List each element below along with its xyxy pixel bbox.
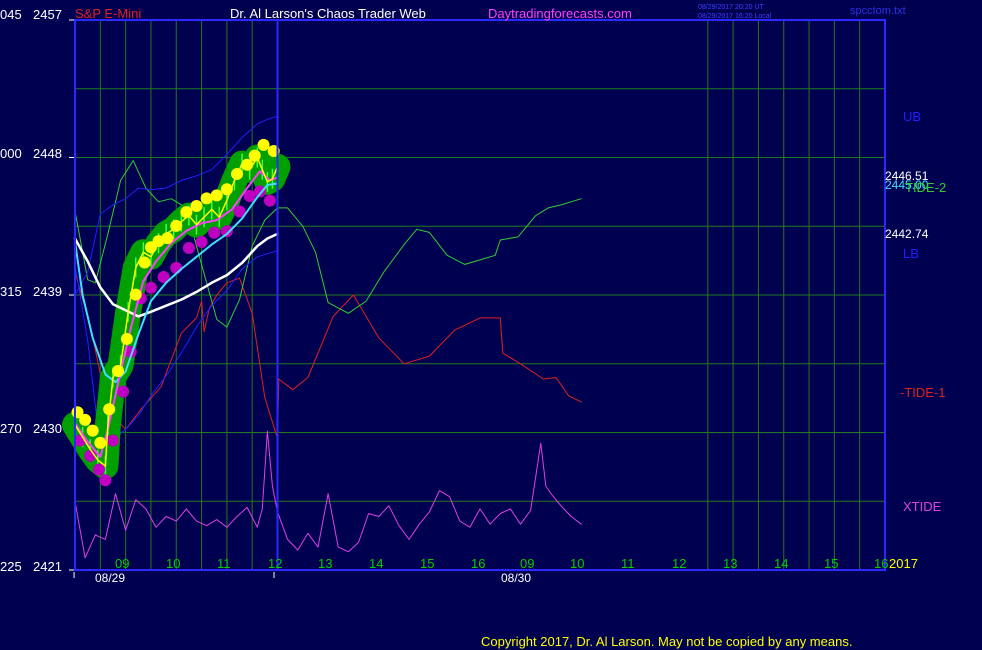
bullish-point [231,167,243,180]
x-tick-label: 10 [570,556,584,571]
chart-title: Dr. Al Larson's Chaos Trader Web [230,6,426,21]
x-tick-label: 12 [268,556,282,571]
year-label: 2017 [889,556,918,571]
tide2-label: TIDE-2 [905,180,946,195]
symbol-title: S&P E-Mini [75,6,141,21]
bearish-point [144,281,157,294]
day-label-0830: 08/30 [501,571,531,585]
y-tick-code-2439: 315 [0,284,22,299]
x-tick-label: 14 [369,556,383,571]
y-tick-price-2457: 2457 [33,7,62,22]
x-tick-label: 15 [824,556,838,571]
site-link[interactable]: Daytradingforecasts.com [488,6,632,21]
y-tick-code-2448: 000 [0,146,22,161]
y-tick-price-2448: 2448 [33,146,62,161]
bullish-point [79,413,92,426]
y-tick-price-2439: 2439 [33,284,62,299]
bearish-point [170,261,183,274]
x-tick-label: 13 [723,556,737,571]
x-tick-label: 12 [672,556,686,571]
bearish-point [208,226,221,239]
x-tick-label: 13 [318,556,332,571]
x-tick-label: 11 [621,556,635,571]
bullish-point [200,192,213,205]
lb-value: 2442.74 [885,227,929,241]
bullish-point [241,158,254,171]
chart-canvas: S&P E-Mini Dr. Al Larson's Chaos Trader … [0,0,982,650]
x-tick-label: 16 [874,556,888,571]
timestamp-ut: 08/29/2017 20:20 UT [698,4,764,11]
bearish-point [182,242,195,254]
bearish-point [117,385,130,398]
tide1-label: -TIDE-1 [900,385,946,400]
x-tick-label: 11 [217,556,231,571]
x-tick-label: 09 [115,556,129,571]
bearish-point [106,434,119,447]
bullish-point [112,365,125,378]
bullish-point [129,288,142,301]
x-tick-label: 10 [166,556,180,571]
bullish-point [220,183,233,196]
y-tick-price-2421: 2421 [33,559,62,574]
y-tick-price-2430: 2430 [33,421,62,436]
y-tick-code-2430: 270 [0,421,22,436]
bullish-point [161,232,174,245]
bullish-point [103,403,116,416]
timestamp-local: 08/29/2017 16:20 Local [698,13,772,20]
bullish-point [257,138,270,151]
bullish-point [170,219,183,232]
x-tick-label: 14 [774,556,788,571]
x-tick-label: 16 [471,556,485,571]
bullish-point [180,206,193,219]
ub-label: UB [903,109,921,124]
bullish-point [210,189,223,202]
bearish-point [195,235,208,248]
file-name: spcctom.txt [850,5,906,17]
bearish-point [99,474,112,487]
bullish-point [190,200,203,213]
y-tick-code-2421: 225 [0,559,22,574]
y-tick-code-2457: 045 [0,7,22,22]
x-tick-label: 09 [520,556,534,571]
bullish-point [86,424,99,437]
xtide-label: XTIDE [903,499,942,514]
x-tick-label: 15 [420,556,434,571]
bullish-point [94,436,107,449]
bearish-point [263,194,276,207]
bearish-point [220,225,233,238]
bullish-point [138,256,151,269]
copyright-notice: Copyright 2017, Dr. Al Larson. May not b… [481,634,852,649]
lb-label: LB [903,246,919,261]
day-label-0829: 08/29 [95,571,125,585]
bullish-point [120,332,133,345]
bullish-point [248,149,261,162]
